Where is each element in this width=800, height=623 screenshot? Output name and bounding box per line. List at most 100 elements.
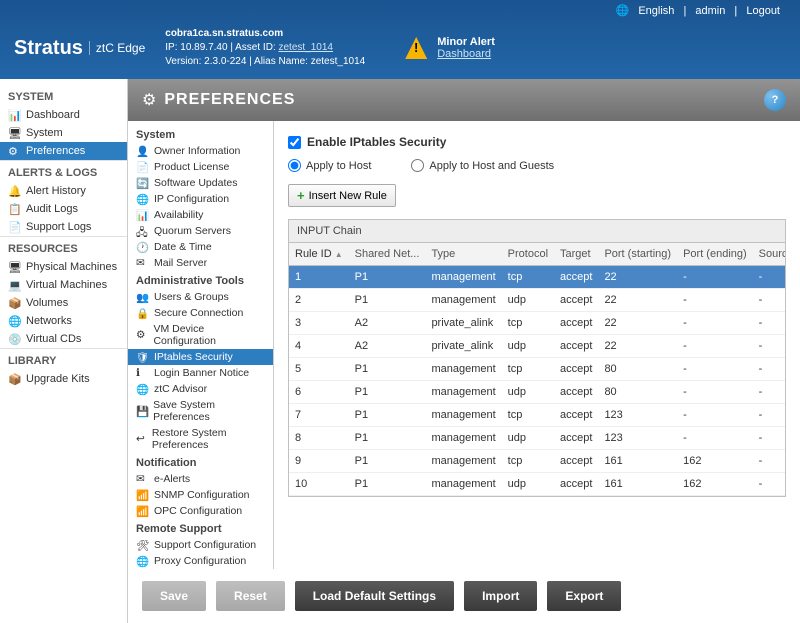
left-nav: SYSTEM 📊Dashboard 🖥System ⚙Preferences A… — [0, 79, 128, 623]
nav-networks[interactable]: 🌐Networks — [0, 312, 127, 330]
pref-support-config[interactable]: 🛠Support Configuration — [128, 537, 273, 553]
enable-iptables-checkbox[interactable] — [288, 136, 301, 149]
pref-restore-preferences[interactable]: ↩Restore System Preferences — [128, 425, 273, 453]
save-button: Save — [142, 581, 206, 611]
table-row[interactable]: 8P1managementudpaccept123--- — [289, 427, 785, 450]
pref-proxy-config[interactable]: 🌐Proxy Configuration — [128, 553, 273, 569]
cell-proto: tcp — [502, 266, 554, 289]
pref-vm-device-config[interactable]: ⚙VM Device Configuration — [128, 321, 273, 349]
nav-dashboard[interactable]: 📊Dashboard — [0, 106, 127, 124]
pref-ztc-advisor[interactable]: 🌐ztC Advisor — [128, 381, 273, 397]
cell-target: accept — [554, 312, 598, 335]
language-link[interactable]: English — [638, 5, 674, 17]
pref-iptables-security[interactable]: 🛡IPtables Security — [128, 349, 273, 365]
cell-type: management — [425, 450, 501, 473]
pref-quorum-servers[interactable]: 🖧Quorum Servers — [128, 223, 273, 239]
col-port-start[interactable]: Port (starting) — [598, 243, 677, 266]
quorum-icon: 🖧 — [136, 225, 150, 237]
license-icon: 📄 — [136, 161, 150, 173]
admin-link[interactable]: admin — [695, 5, 725, 17]
cell-pe: - — [677, 335, 753, 358]
table-row[interactable]: 10P1managementudpaccept161162-- — [289, 473, 785, 496]
proxy-icon: 🌐 — [136, 555, 150, 567]
table-row[interactable]: 3A2private_alinktcpaccept22--- — [289, 312, 785, 335]
help-button[interactable]: ? — [764, 89, 786, 111]
pref-ealerts[interactable]: ✉e-Alerts — [128, 471, 273, 487]
col-rule-id[interactable]: Rule ID — [289, 243, 349, 266]
pref-date-time[interactable]: 🕐Date & Time — [128, 239, 273, 255]
nav-support-logs[interactable]: 📄Support Logs — [0, 218, 127, 236]
pref-login-banner[interactable]: ℹLogin Banner Notice — [128, 365, 273, 381]
alert-icon: 🔔 — [8, 185, 22, 197]
lock-icon: 🔒 — [136, 307, 150, 319]
table-row[interactable]: 6P1managementudpaccept80--- — [289, 381, 785, 404]
cell-proto: udp — [502, 289, 554, 312]
col-protocol[interactable]: Protocol — [502, 243, 554, 266]
opc-icon: 📶 — [136, 505, 150, 517]
apply-host-radio[interactable] — [288, 159, 301, 172]
ealert-icon: ✉ — [136, 473, 150, 485]
nav-audit-logs[interactable]: 📋Audit Logs — [0, 200, 127, 218]
support-config-icon: 🛠 — [136, 539, 150, 551]
nav-system[interactable]: 🖥System — [0, 124, 127, 142]
col-type[interactable]: Type — [425, 243, 501, 266]
globe-icon: 🌐 — [616, 5, 630, 17]
pref-software-updates[interactable]: 🔄Software Updates — [128, 175, 273, 191]
nav-virtual-machines[interactable]: 💻Virtual Machines — [0, 276, 127, 294]
volumes-icon: 📦 — [8, 297, 22, 309]
clock-icon: 🕐 — [136, 241, 150, 253]
cell-sip: - — [753, 473, 785, 496]
titlebar: ⚙ PREFERENCES ? — [128, 79, 800, 121]
cell-sip: - — [753, 404, 785, 427]
cell-target: accept — [554, 358, 598, 381]
table-row[interactable]: 7P1managementtcpaccept123--- — [289, 404, 785, 427]
pref-owner-information[interactable]: 👤Owner Information — [128, 143, 273, 159]
logout-link[interactable]: Logout — [746, 5, 780, 17]
pref-users-groups[interactable]: 👥Users & Groups — [128, 289, 273, 305]
cell-pe: - — [677, 358, 753, 381]
insert-rule-button[interactable]: +Insert New Rule — [288, 184, 396, 207]
cell-type: management — [425, 404, 501, 427]
pref-save-preferences[interactable]: 💾Save System Preferences — [128, 397, 273, 425]
reset-button: Reset — [216, 581, 285, 611]
rules-table: Rule ID Shared Net... Type Protocol Targ… — [289, 243, 785, 496]
nav-volumes[interactable]: 📦Volumes — [0, 294, 127, 312]
table-row[interactable]: 2P1managementudpaccept22--- — [289, 289, 785, 312]
apply-both-radio[interactable] — [411, 159, 424, 172]
host-info: cobra1ca.sn.stratus.com IP: 10.89.7.40 |… — [165, 27, 365, 69]
nav-alert-history[interactable]: 🔔Alert History — [0, 182, 127, 200]
col-shared-net[interactable]: Shared Net... — [349, 243, 426, 266]
snmp-icon: 📶 — [136, 489, 150, 501]
col-source-ip-start[interactable]: Source IP (starting) — [753, 243, 785, 266]
table-row[interactable]: 1P1managementtcpaccept22--- — [289, 266, 785, 289]
asset-link[interactable]: zetest_1014 — [278, 42, 333, 53]
cell-ps: 123 — [598, 427, 677, 450]
pref-product-license[interactable]: 📄Product License — [128, 159, 273, 175]
pref-snmp-config[interactable]: 📶SNMP Configuration — [128, 487, 273, 503]
pref-secure-connection[interactable]: 🔒Secure Connection — [128, 305, 273, 321]
mail-icon: ✉ — [136, 257, 150, 269]
apply-host-option[interactable]: Apply to Host — [288, 159, 371, 172]
nav-virtual-cds[interactable]: 💿Virtual CDs — [0, 330, 127, 348]
pref-ip-configuration[interactable]: 🌐IP Configuration — [128, 191, 273, 207]
table-row[interactable]: 5P1managementtcpaccept80--- — [289, 358, 785, 381]
import-button[interactable]: Import — [464, 581, 537, 611]
export-button[interactable]: Export — [547, 581, 621, 611]
cell-type: private_alink — [425, 335, 501, 358]
pref-availability[interactable]: 📊Availability — [128, 207, 273, 223]
pref-mail-server[interactable]: ✉Mail Server — [128, 255, 273, 271]
pref-opc-config[interactable]: 📶OPC Configuration — [128, 503, 273, 519]
table-row[interactable]: 4A2private_alinkudpaccept22--- — [289, 335, 785, 358]
cell-net: P1 — [349, 358, 426, 381]
load-defaults-button[interactable]: Load Default Settings — [295, 581, 454, 611]
cell-ps: 22 — [598, 312, 677, 335]
nav-preferences[interactable]: ⚙Preferences — [0, 142, 127, 160]
nav-physical-machines[interactable]: 🖥Physical Machines — [0, 258, 127, 276]
col-port-end[interactable]: Port (ending) — [677, 243, 753, 266]
table-row[interactable]: 9P1managementtcpaccept161162-- — [289, 450, 785, 473]
nav-upgrade-kits[interactable]: 📦Upgrade Kits — [0, 370, 127, 388]
alert-dashboard-link[interactable]: Dashboard — [437, 48, 491, 60]
apply-both-option[interactable]: Apply to Host and Guests — [411, 159, 554, 172]
col-target[interactable]: Target — [554, 243, 598, 266]
table-scroll[interactable]: Rule ID Shared Net... Type Protocol Targ… — [289, 243, 785, 496]
